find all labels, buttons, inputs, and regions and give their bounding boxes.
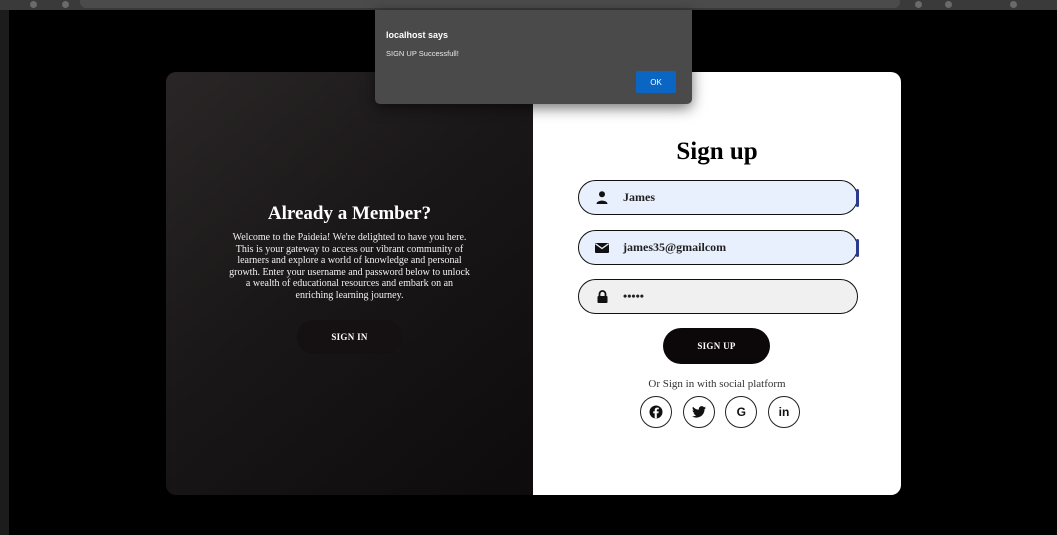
email-value: james35@gmailcom (623, 240, 727, 254)
ok-button[interactable]: OK (636, 71, 676, 93)
back-icon[interactable] (30, 1, 37, 8)
dialog-title: localhost says (386, 30, 449, 40)
auth-card: Already a Member? Welcome to the Paideia… (166, 72, 901, 495)
sign-up-button[interactable]: SIGN UP (663, 328, 770, 364)
browser-chrome-strip (0, 0, 1057, 10)
window-edge (0, 10, 9, 535)
address-bar[interactable] (80, 0, 900, 8)
profile-icon[interactable] (945, 1, 952, 8)
lock-icon (595, 290, 609, 304)
menu-icon[interactable] (1010, 1, 1017, 8)
password-value: ••••• (623, 289, 645, 303)
sign-in-button[interactable]: SIGN IN (297, 320, 402, 354)
facebook-icon[interactable] (640, 396, 672, 428)
signup-panel: Sign up James james35@gmailcom ••••• SIG… (533, 72, 901, 495)
extension-icon[interactable] (915, 1, 922, 8)
linkedin-glyph: in (778, 405, 790, 419)
dialog-message: SIGN UP Successfull! (386, 49, 459, 58)
member-title: Already a Member? (267, 203, 432, 224)
social-icons: G in (640, 396, 800, 430)
autofill-edge (856, 189, 859, 207)
password-field[interactable]: ••••• (578, 279, 858, 314)
member-description: Welcome to the Paideia! We're delighted … (229, 232, 470, 301)
email-field[interactable]: james35@gmailcom (578, 230, 859, 265)
user-icon (595, 191, 609, 205)
google-glyph: G (736, 405, 746, 419)
google-icon[interactable]: G (725, 396, 758, 428)
username-field[interactable]: James (578, 180, 859, 215)
username-value: James (623, 190, 655, 204)
alert-dialog: localhost says SIGN UP Successfull! OK (375, 10, 692, 104)
refresh-icon[interactable] (62, 1, 69, 8)
signup-title: Sign up (676, 138, 758, 165)
linkedin-icon[interactable]: in (767, 396, 800, 428)
member-panel: Already a Member? Welcome to the Paideia… (166, 72, 533, 495)
twitter-icon[interactable] (682, 396, 715, 428)
envelope-icon (595, 241, 609, 255)
autofill-edge (856, 239, 859, 257)
social-signin-text: Or Sign in with social platform (648, 378, 786, 390)
